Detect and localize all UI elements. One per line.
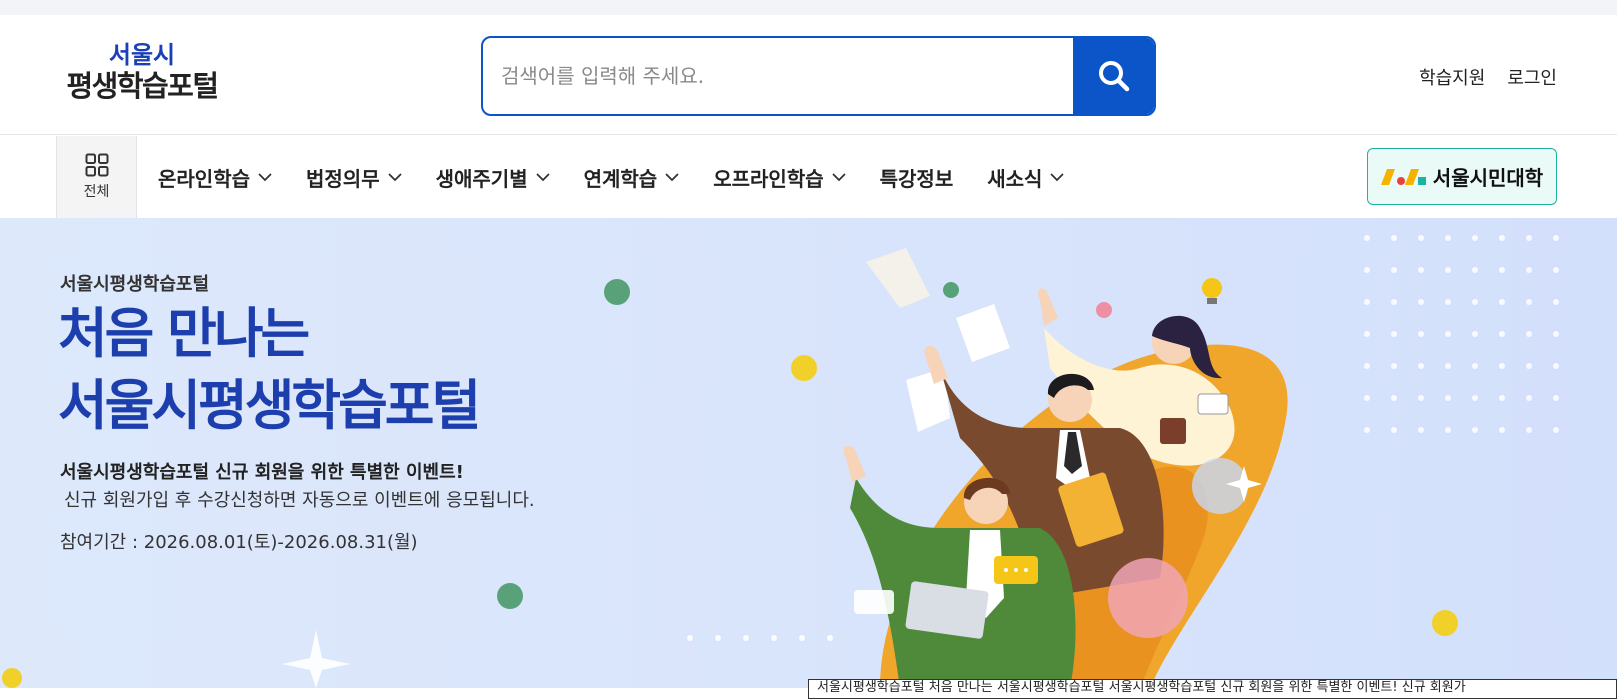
menu-label: 법정의무 [306,166,380,191]
banner-caption: 서울시평생학습포털 처음 만나는 서울시평생학습포털 서울시평생학습포털 신규 … [808,679,1617,699]
search-icon [1098,61,1129,92]
logo-line1: 서울시 [108,41,176,69]
all-menu-button[interactable]: 전체 [56,136,137,218]
top-strip [0,0,1617,15]
seoul-citizens-university-button[interactable]: 서울시민대학 [1367,148,1557,205]
search-input[interactable] [483,38,1075,114]
chevron-down-icon [258,172,272,181]
menu-online-learning[interactable]: 온라인학습 [158,163,272,192]
learning-support-link[interactable]: 학습지원 [1419,64,1485,90]
chevron-down-icon [831,172,846,181]
grid-icon [85,153,108,177]
menu-linked-learning[interactable]: 연계학습 [584,163,680,192]
menu-label: 오프라인학습 [713,166,824,191]
menu-label: 연계학습 [583,166,658,191]
dot-pattern [1364,235,1559,433]
university-label: 서울시민대학 [1432,166,1544,190]
utility-links: 학습지원 로그인 [1419,64,1557,90]
menu-label: 생애주기별 [435,166,528,191]
banner-illustration [2,235,1559,688]
all-menu-label: 전체 [83,184,110,200]
chevron-down-icon [1050,172,1065,181]
search-button[interactable] [1073,38,1154,114]
login-link[interactable]: 로그인 [1507,64,1557,90]
menu-offline-learning[interactable]: 오프라인학습 [713,163,846,192]
menu-label: 새소식 [987,166,1043,191]
main-menu: 온라인학습 법정의무 생애주기별 연계학습 오프라인학습 특강정보 새소식 [158,136,1098,218]
logo-line2: 평생학습포털 [66,69,219,103]
chevron-down-icon [387,172,402,181]
chevron-down-icon [535,172,550,181]
search-box [481,36,1156,116]
menu-news[interactable]: 새소식 [987,163,1065,192]
chevron-down-icon [665,172,679,181]
menu-label: 특강정보 [879,166,954,191]
menu-legal-duty[interactable]: 법정의무 [306,163,402,192]
university-logo-icon [1380,168,1426,185]
global-nav: 전체 온라인학습 법정의무 생애주기별 연계학습 오프라인학습 특강정보 새소식 [0,136,1617,218]
menu-label: 온라인학습 [158,166,250,191]
menu-life-cycle[interactable]: 생애주기별 [436,163,550,192]
site-header: 서울시 평생학습포털 학습지원 로그인 [0,15,1617,135]
menu-special-lecture[interactable]: 특강정보 [880,163,954,192]
site-logo[interactable]: 서울시 평생학습포털 [57,41,227,103]
main-banner[interactable]: 서울시평생학습포털 처음 만나는 서울시평생학습포털 서울시평생학습포털 신규 … [0,218,1617,688]
